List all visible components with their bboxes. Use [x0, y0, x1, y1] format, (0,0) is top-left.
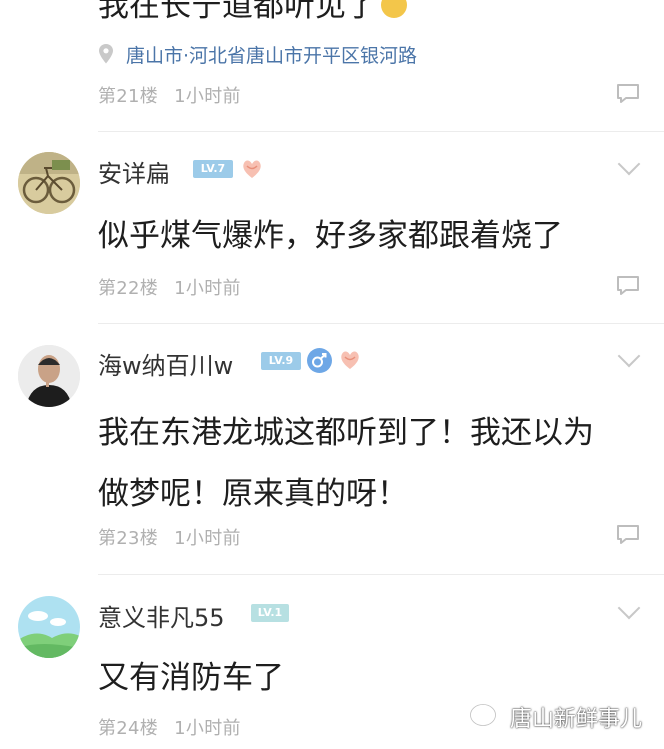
comment-meta: 第23楼 1小时前	[98, 524, 241, 550]
floor-number: 第22楼	[98, 278, 159, 299]
comment-content-line: 我在东港龙城这都听到了！我还以为	[98, 415, 594, 451]
level-badge: LV.1	[251, 604, 289, 622]
comment-reply-icon[interactable]	[616, 524, 640, 544]
comment-meta: 第21楼 1小时前	[98, 82, 241, 108]
embarrassed-emoji-icon	[381, 0, 407, 18]
landscape-avatar-image	[18, 596, 80, 658]
comment-content: 我在长宁道都听见了	[98, 0, 407, 32]
man-portrait-avatar-image	[18, 345, 80, 407]
avatar[interactable]	[18, 152, 80, 214]
comment-reply-icon[interactable]	[616, 83, 640, 103]
floor-number: 第24楼	[98, 718, 159, 739]
divider	[98, 574, 664, 575]
location-text: 唐山市·河北省唐山市开平区银河路	[126, 44, 418, 67]
bicycle-photo-avatar-image	[18, 152, 80, 214]
comment-content: 我在东港龙城这都听到了！我还以为 做梦呢！原来真的呀！	[98, 403, 594, 525]
comment-content-line: 做梦呢！原来真的呀！	[98, 476, 408, 512]
floor-number: 第23楼	[98, 528, 159, 549]
heart-hands-badge-icon	[341, 351, 359, 369]
watermark-text: 唐山新鲜事儿	[510, 707, 643, 732]
username[interactable]: 海w纳百川w	[98, 346, 233, 381]
divider	[98, 323, 664, 324]
comment-content: 又有消防车了	[98, 660, 284, 696]
level-badge: LV.9	[261, 352, 301, 370]
location-pin-icon	[99, 44, 113, 64]
comment-meta: 第24楼 1小时前	[98, 714, 241, 740]
post-time: 1小时前	[174, 278, 241, 299]
post-time: 1小时前	[174, 528, 241, 549]
username[interactable]: 安详扁	[98, 154, 170, 189]
avatar[interactable]	[18, 596, 80, 658]
male-gender-icon	[307, 348, 332, 373]
floor-number: 第21楼	[98, 86, 159, 107]
post-time: 1小时前	[174, 718, 241, 739]
level-badge: LV.7	[193, 160, 233, 178]
location-row[interactable]: 唐山市·河北省唐山市开平区银河路	[98, 42, 418, 67]
watermark: 唐山新鲜事儿	[470, 702, 642, 732]
post-time: 1小时前	[174, 86, 241, 107]
divider	[98, 131, 664, 132]
heart-hands-badge-icon	[243, 160, 261, 178]
chevron-down-icon[interactable]	[617, 152, 641, 176]
comment-meta: 第22楼 1小时前	[98, 274, 241, 300]
comment-reply-icon[interactable]	[616, 275, 640, 295]
chevron-down-icon[interactable]	[617, 596, 641, 620]
avatar[interactable]	[18, 345, 80, 407]
username[interactable]: 意义非凡55	[98, 598, 225, 633]
chevron-down-icon[interactable]	[617, 344, 641, 368]
comment-content: 似乎煤气爆炸，好多家都跟着烧了	[98, 218, 563, 254]
wechat-icon	[470, 704, 502, 729]
